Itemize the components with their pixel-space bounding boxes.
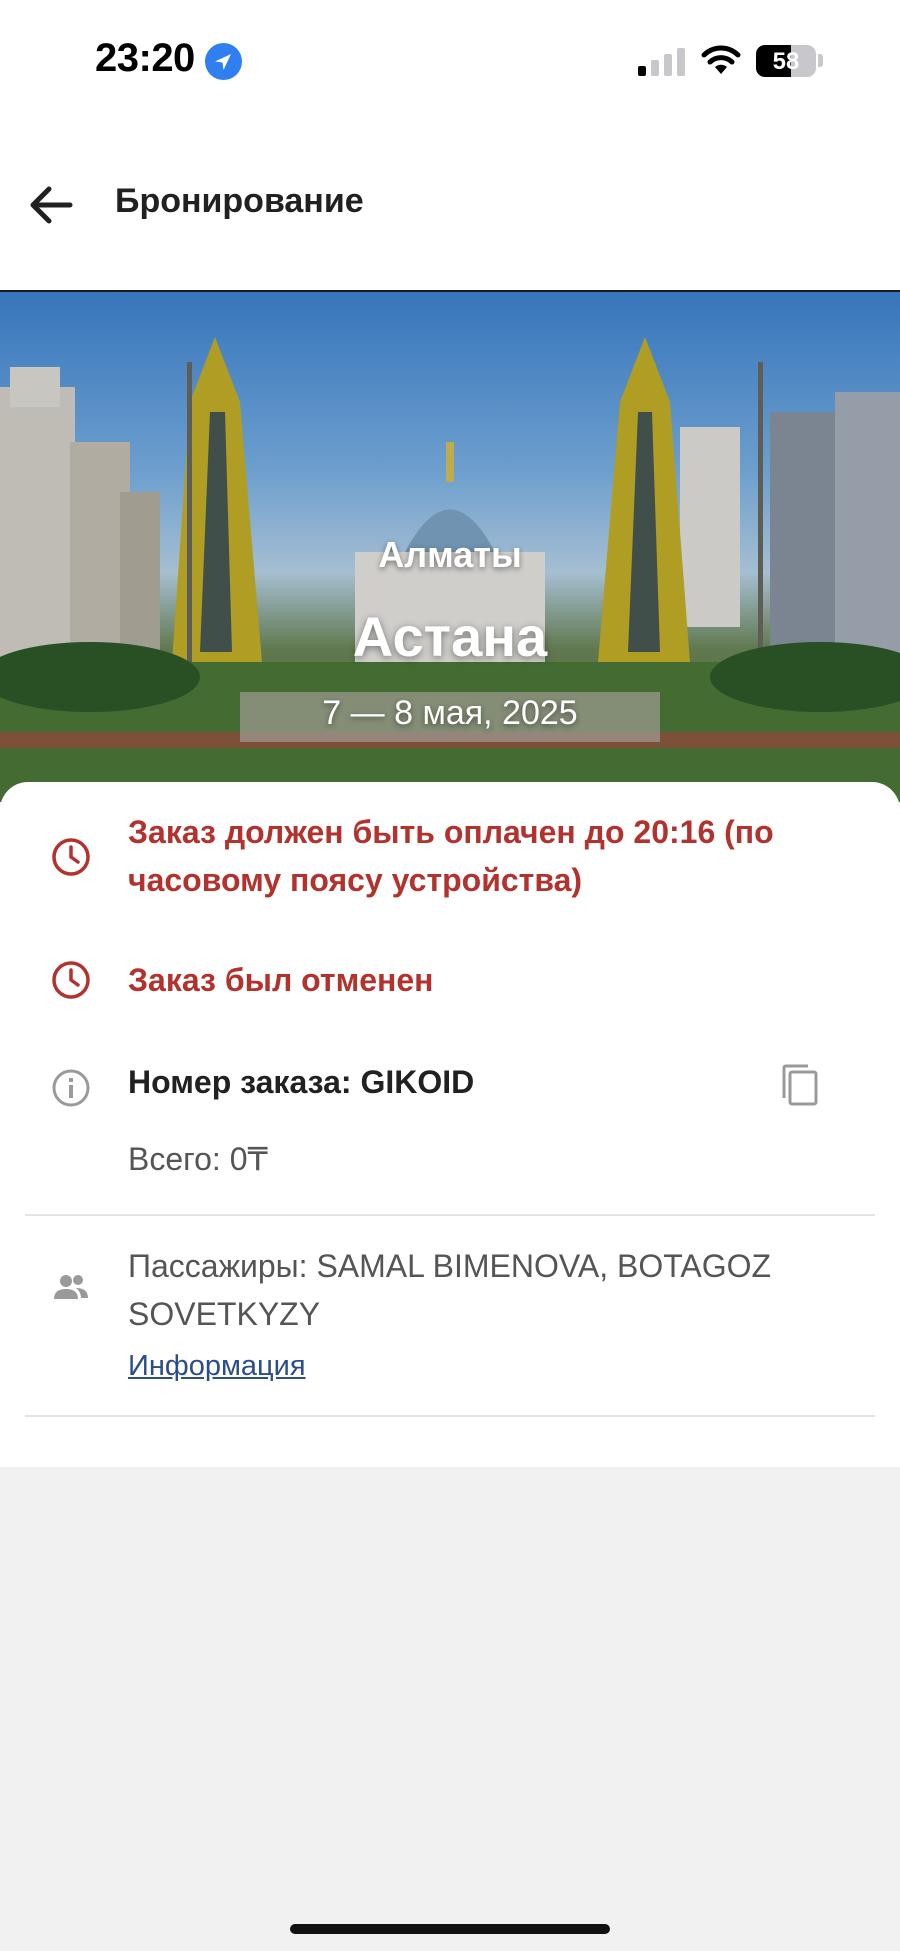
booking-details-card: Заказ должен быть оплачен до 20:16 (по ч… xyxy=(0,782,900,1467)
app-bar: Бронирование xyxy=(0,120,900,292)
cellular-signal-icon xyxy=(638,48,686,76)
destination-hero-image: Алматы Астана 7 — 8 мая, 2025 xyxy=(0,292,900,802)
people-icon xyxy=(50,1267,92,1309)
battery-icon: 58 xyxy=(756,45,816,77)
clock-icon xyxy=(50,959,92,1001)
back-button[interactable] xyxy=(24,180,84,230)
divider xyxy=(25,1415,875,1417)
status-time: 23:20 xyxy=(95,36,195,80)
arrow-left-icon xyxy=(30,186,73,224)
booking-screen: 23:20 58 Бронирование Алматы Астана 7 — … xyxy=(0,0,900,1951)
status-bar: 23:20 58 xyxy=(0,0,900,120)
battery-percent: 58 xyxy=(772,48,800,75)
order-number: Номер заказа: GIKOID xyxy=(128,1064,475,1100)
order-cancelled-status: Заказ был отменен xyxy=(128,962,434,998)
clock-icon xyxy=(50,836,92,878)
page-title: Бронирование xyxy=(115,182,364,220)
passengers-info-link[interactable]: Информация xyxy=(128,1350,306,1383)
destination-city: Астана xyxy=(352,605,548,668)
wifi-icon xyxy=(700,44,742,76)
trip-dates: 7 — 8 мая, 2025 xyxy=(322,694,578,732)
payment-deadline-warning: Заказ должен быть оплачен до 20:16 (по ч… xyxy=(128,814,774,898)
home-indicator[interactable] xyxy=(290,1924,610,1934)
copy-icon xyxy=(782,1064,818,1106)
divider xyxy=(25,1214,875,1216)
location-arrow-icon xyxy=(205,43,242,80)
origin-city: Алматы xyxy=(378,534,522,575)
order-total: Всего: 0₸ xyxy=(128,1141,268,1177)
battery-tip xyxy=(818,54,823,67)
copy-order-number-button[interactable] xyxy=(778,1062,822,1110)
passengers-list: Пассажиры: SAMAL BIMENOVA, BOTAGOZ SOVET… xyxy=(128,1248,772,1332)
info-icon xyxy=(50,1067,92,1109)
